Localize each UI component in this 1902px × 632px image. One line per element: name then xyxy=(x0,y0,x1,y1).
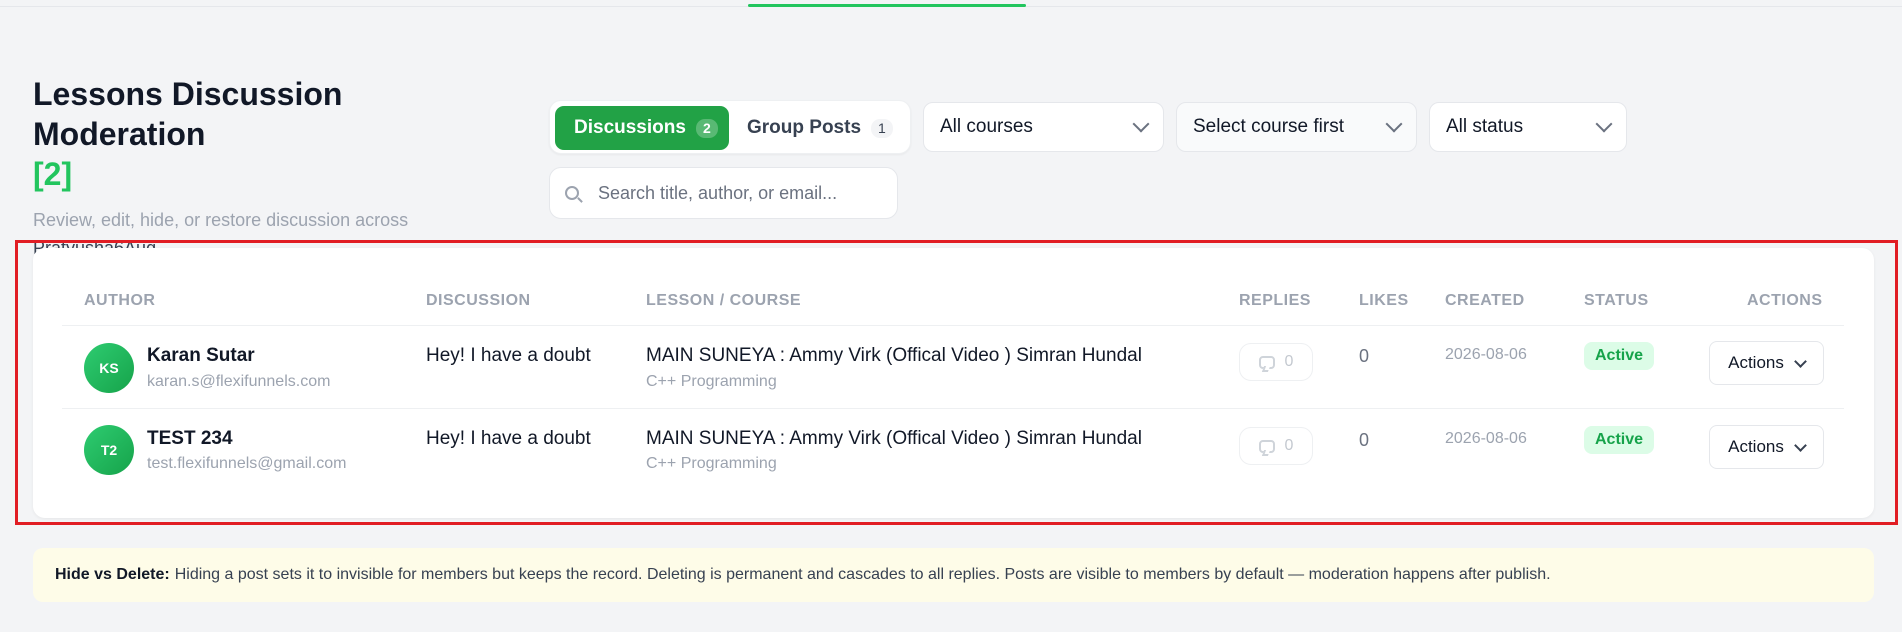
page-title-count: [2] xyxy=(33,156,73,192)
column-header-created: CREATED xyxy=(1445,292,1525,309)
status-select[interactable]: All status xyxy=(1429,102,1627,152)
course-name: C++ Programming xyxy=(646,455,777,472)
status-badge: Active xyxy=(1584,426,1655,454)
actions-button-label: Actions xyxy=(1728,437,1784,456)
replies-count: 0 xyxy=(1239,427,1313,465)
search-box xyxy=(549,167,898,219)
moderation-notice: Hide vs Delete: Hiding a post sets it to… xyxy=(33,548,1874,602)
row-divider xyxy=(62,408,1844,409)
tab-group-posts-label: Group Posts xyxy=(747,117,862,138)
chevron-down-icon xyxy=(1794,354,1807,368)
tab-discussions[interactable]: Discussions 2 xyxy=(555,106,729,150)
discussion-title[interactable]: Hey! I have a doubt xyxy=(426,345,591,367)
author-name: Karan Sutar xyxy=(147,345,255,366)
created-date: 2026-08-06 xyxy=(1445,430,1527,447)
column-header-lesson-course: LESSON / COURSE xyxy=(646,292,802,309)
avatar: T2 xyxy=(84,425,134,475)
avatar: KS xyxy=(84,343,134,393)
course-detail-select-value: Select course first xyxy=(1193,116,1344,137)
column-header-author: AUTHOR xyxy=(84,292,156,309)
active-tab-indicator xyxy=(748,4,1026,7)
column-header-likes: LIKES xyxy=(1359,292,1409,309)
column-header-status: STATUS xyxy=(1584,292,1649,309)
lesson-title: MAIN SUNEYA : Ammy Virk (Offical Video )… xyxy=(646,345,1142,366)
column-header-discussion: DISCUSSION xyxy=(426,292,531,309)
author-email: test.flexifunnels@gmail.com xyxy=(147,455,347,472)
replies-value: 0 xyxy=(1284,353,1294,370)
created-date: 2026-08-06 xyxy=(1445,346,1527,363)
search-input[interactable] xyxy=(596,181,880,205)
column-header-replies: REPLIES xyxy=(1239,292,1311,309)
likes-count: 0 xyxy=(1359,346,1370,366)
column-header-actions: ACTIONS xyxy=(1747,292,1823,309)
notice-text: Hiding a post sets it to invisible for m… xyxy=(174,566,1551,583)
row-divider xyxy=(62,325,1844,326)
discussion-title[interactable]: Hey! I have a doubt xyxy=(426,428,591,450)
tab-discussions-label: Discussions xyxy=(574,117,686,138)
comment-icon xyxy=(1258,439,1275,453)
tab-group-posts-count: 1 xyxy=(871,118,893,138)
comment-icon xyxy=(1258,355,1275,369)
tab-group-posts[interactable]: Group Posts 1 xyxy=(730,106,906,150)
courses-select-value: All courses xyxy=(940,116,1033,137)
page-title: Lessons Discussion Moderation [2] xyxy=(33,74,523,194)
chevron-down-icon xyxy=(1794,438,1807,452)
chevron-down-icon xyxy=(1595,115,1613,133)
lesson-title: MAIN SUNEYA : Ammy Virk (Offical Video )… xyxy=(646,428,1142,449)
course-name: C++ Programming xyxy=(646,373,777,390)
status-badge: Active xyxy=(1584,342,1655,370)
author-email: karan.s@flexifunnels.com xyxy=(147,373,331,390)
page-title-text: Lessons Discussion Moderation xyxy=(33,76,343,152)
notice-label: Hide vs Delete: xyxy=(55,566,170,583)
tab-discussions-count: 2 xyxy=(695,118,718,138)
chevron-down-icon xyxy=(1132,115,1150,133)
page-header: Lessons Discussion Moderation [2] Review… xyxy=(33,74,523,262)
replies-value: 0 xyxy=(1284,437,1294,454)
replies-count: 0 xyxy=(1239,343,1313,381)
actions-button[interactable]: Actions xyxy=(1709,341,1824,385)
status-select-value: All status xyxy=(1446,116,1524,137)
tab-group: Discussions 2 Group Posts 1 xyxy=(549,100,911,154)
actions-button[interactable]: Actions xyxy=(1709,425,1824,469)
actions-button-label: Actions xyxy=(1728,353,1784,372)
subtitle-text: Review, edit, hide, or restore discussio… xyxy=(33,210,409,230)
course-detail-select[interactable]: Select course first xyxy=(1176,102,1417,152)
chevron-down-icon xyxy=(1385,115,1403,133)
courses-select[interactable]: All courses xyxy=(923,102,1164,152)
author-name: TEST 234 xyxy=(147,428,233,449)
search-icon xyxy=(565,186,579,200)
likes-count: 0 xyxy=(1359,430,1370,450)
